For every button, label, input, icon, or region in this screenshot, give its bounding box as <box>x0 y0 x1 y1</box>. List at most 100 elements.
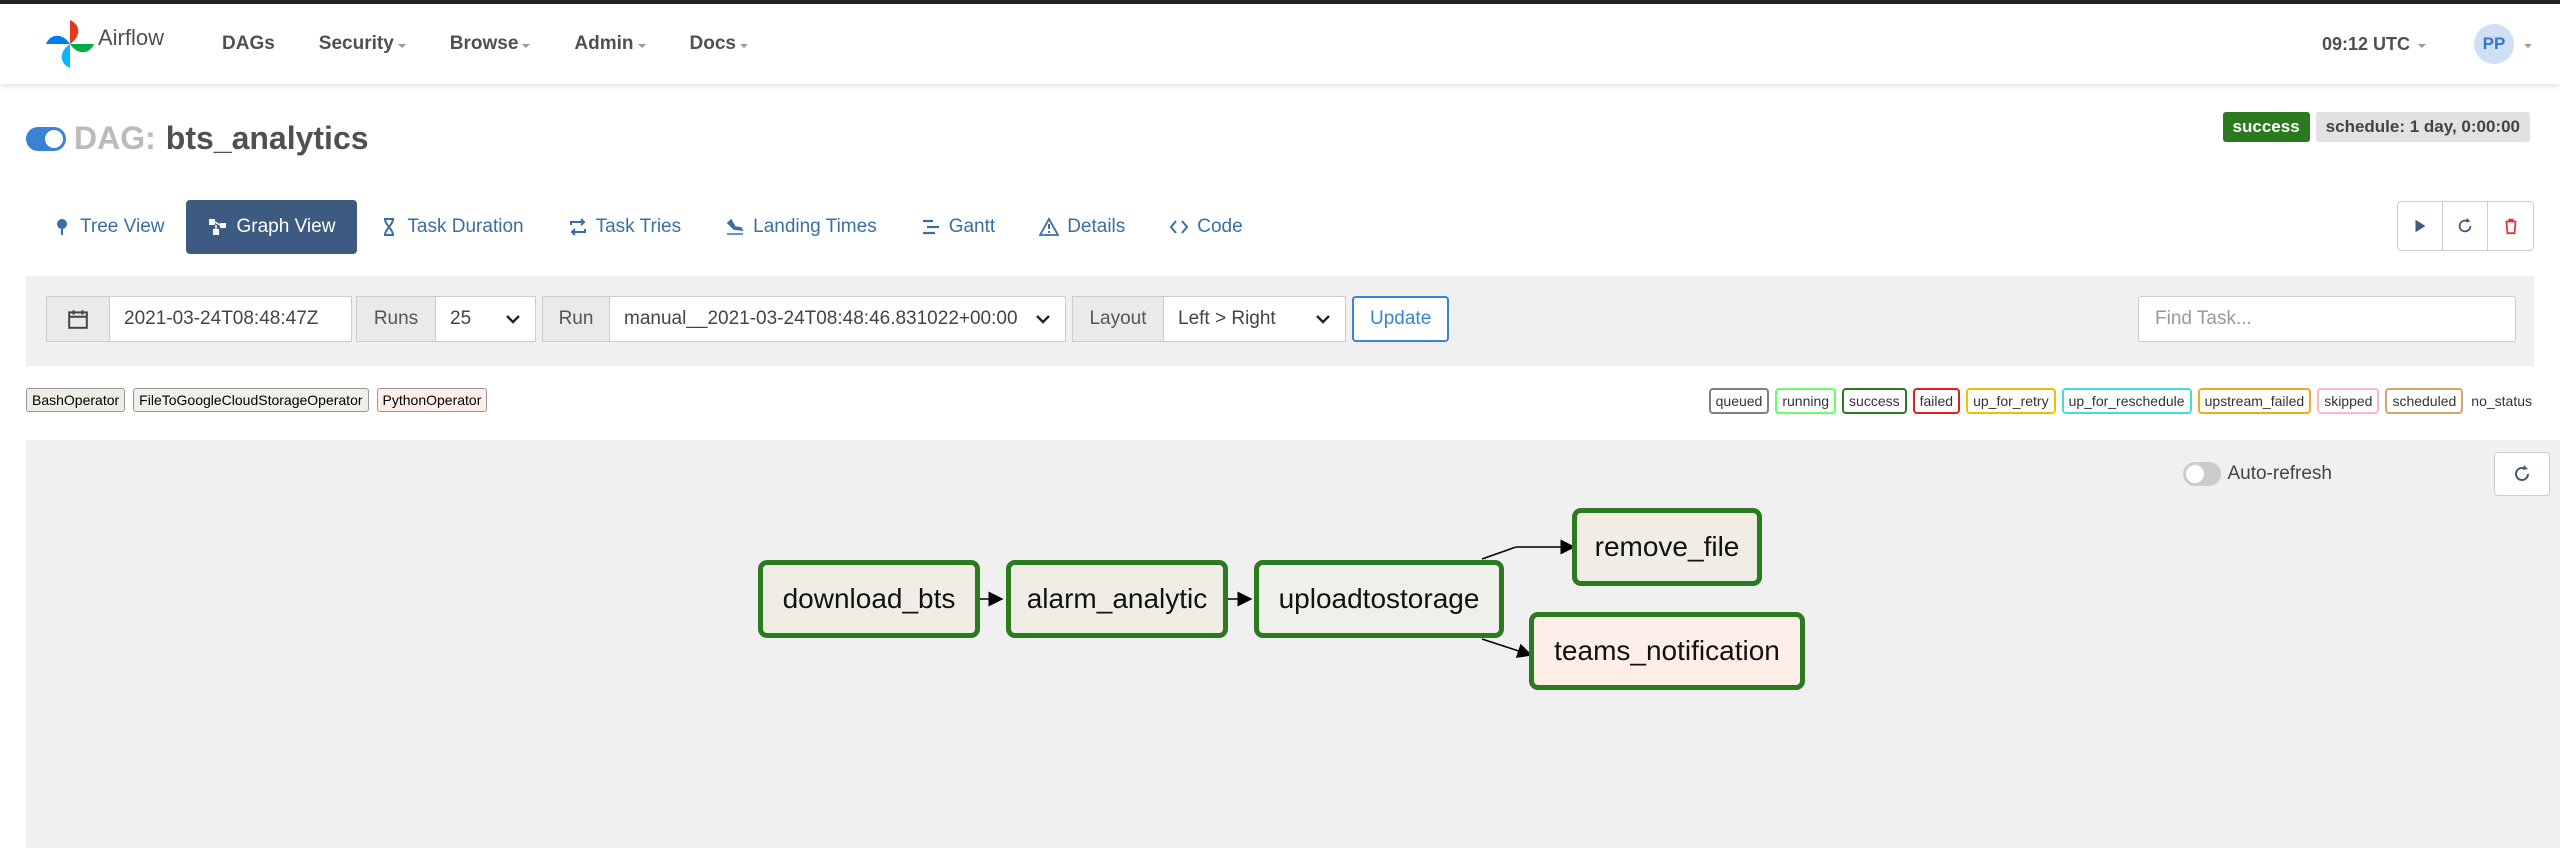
nav-security[interactable]: Security <box>319 33 406 55</box>
chevron-down-icon <box>2418 44 2426 48</box>
navbar: Airflow DAGs Security Browse Admin Docs … <box>0 4 2560 84</box>
nav-dags-label: DAGs <box>222 33 275 54</box>
run-value: manual__2021-03-24T08:48:46.831022+00:00 <box>624 308 1018 329</box>
tab-label: Code <box>1197 216 1243 237</box>
dag-status-badge: success <box>2222 112 2310 142</box>
tab-task-tries[interactable]: Task Tries <box>546 200 704 254</box>
run-select[interactable]: manual__2021-03-24T08:48:46.831022+00:00 <box>610 296 1066 342</box>
chevron-down-icon <box>740 44 748 48</box>
runs-value: 25 <box>450 308 472 329</box>
nav-admin-label: Admin <box>574 33 634 54</box>
task-node-uploadtostorage[interactable]: uploadtostorage <box>1254 560 1504 638</box>
layout-group: Layout Left > Right <box>1072 296 1346 342</box>
task-node-teams-notification[interactable]: teams_notification <box>1529 612 1805 690</box>
calendar-icon <box>68 310 88 329</box>
chevron-down-icon[interactable] <box>2524 44 2532 48</box>
airflow-pinwheel-icon <box>46 20 94 68</box>
legend-success[interactable]: success <box>1842 388 1907 414</box>
retry-icon <box>569 218 586 236</box>
trash-icon <box>2505 218 2516 235</box>
state-legend: queued running success failed up_for_ret… <box>1703 388 2532 414</box>
tab-label: Details <box>1067 216 1126 237</box>
user-avatar[interactable]: PP <box>2474 24 2514 64</box>
nav-browse[interactable]: Browse <box>450 33 531 55</box>
legend-bash-operator: BashOperator <box>26 388 126 412</box>
operator-legend: BashOperator FileToGoogleCloudStorageOpe… <box>26 388 495 412</box>
chevron-down-icon <box>397 44 406 48</box>
graph-filter-bar: 2021-03-24T08:48:47Z Runs 25 Run manual_… <box>26 276 2534 366</box>
dag-name: bts_analytics <box>165 120 369 156</box>
timezone-clock[interactable]: 09:12 UTC <box>2322 34 2426 55</box>
tab-label: Landing Times <box>753 216 877 237</box>
view-tabs: Tree View Graph View Task Duration Task … <box>30 200 1265 254</box>
base-date-input[interactable]: 2021-03-24T08:48:47Z <box>110 296 352 342</box>
graph-icon <box>209 219 227 235</box>
edge-upload-remove <box>1481 539 1576 560</box>
dag-pause-toggle[interactable] <box>26 126 66 151</box>
legend-upstream-failed[interactable]: upstream_failed <box>2197 388 2312 414</box>
legend-no-status[interactable]: no_status <box>2471 393 2532 409</box>
refresh-icon <box>2458 217 2472 233</box>
tab-label: Graph View <box>236 216 336 237</box>
tab-details[interactable]: Details <box>1017 200 1147 254</box>
dag-badges: success schedule: 1 day, 0:00:00 <box>2222 112 2530 142</box>
update-button[interactable]: Update <box>1352 296 1450 342</box>
tree-icon <box>57 219 67 235</box>
brand-name: Airflow <box>98 25 165 50</box>
layout-label: Layout <box>1072 296 1164 342</box>
legend-up-for-retry[interactable]: up_for_retry <box>1966 388 2056 414</box>
nav-security-label: Security <box>318 33 394 54</box>
tab-gantt[interactable]: Gantt <box>899 200 1017 254</box>
chevron-down-icon <box>637 44 646 48</box>
run-label: Run <box>542 296 610 342</box>
layout-select[interactable]: Left > Right <box>1164 296 1346 342</box>
tab-label: Tree View <box>80 216 165 237</box>
dag-header: DAG: bts_analytics <box>26 120 369 157</box>
code-icon <box>1169 220 1189 234</box>
legend-gcs-operator: FileToGoogleCloudStorageOperator <box>133 388 369 412</box>
base-date-group: 2021-03-24T08:48:47Z <box>46 296 352 342</box>
run-group: Run manual__2021-03-24T08:48:46.831022+0… <box>542 296 1066 342</box>
chevron-down-icon <box>1036 315 1050 324</box>
hourglass-icon <box>384 218 395 236</box>
tab-landing-times[interactable]: Landing Times <box>703 200 899 254</box>
gantt-icon <box>922 219 939 235</box>
graph-edges <box>978 539 1576 658</box>
schedule-badge: schedule: 1 day, 0:00:00 <box>2315 112 2530 142</box>
legend-queued[interactable]: queued <box>1708 388 1770 414</box>
runs-select[interactable]: 25 <box>436 296 536 342</box>
legend-failed[interactable]: failed <box>1912 388 1961 414</box>
nav-admin[interactable]: Admin <box>574 33 646 55</box>
edge-upload-teams <box>1481 638 1533 658</box>
runs-group: Runs 25 <box>356 296 536 342</box>
dag-prefix: DAG: <box>74 120 156 156</box>
nav-dags[interactable]: DAGs <box>222 33 275 55</box>
legend-skipped[interactable]: skipped <box>2317 388 2380 414</box>
tab-tree-view[interactable]: Tree View <box>30 200 186 254</box>
legend-running[interactable]: running <box>1775 388 1837 414</box>
refresh-dag-button[interactable] <box>2443 202 2488 250</box>
nav-browse-label: Browse <box>449 33 519 54</box>
tab-task-duration[interactable]: Task Duration <box>357 200 545 254</box>
task-node-download-bts[interactable]: download_bts <box>758 560 980 638</box>
task-node-alarm-analytic[interactable]: alarm_analytic <box>1006 560 1228 638</box>
legend-python-operator: PythonOperator <box>376 388 488 412</box>
runs-label: Runs <box>356 296 436 342</box>
calendar-button[interactable] <box>46 296 110 342</box>
delete-dag-button[interactable] <box>2488 202 2533 250</box>
legend-up-for-reschedule[interactable]: up_for_reschedule <box>2061 388 2192 414</box>
play-icon <box>2415 219 2426 233</box>
nav-docs[interactable]: Docs <box>690 33 748 55</box>
layout-value: Left > Right <box>1178 308 1276 329</box>
update-group: Update <box>1352 296 1450 342</box>
dag-action-buttons <box>2397 201 2534 251</box>
tab-graph-view[interactable]: Graph View <box>186 200 358 254</box>
legend-scheduled[interactable]: scheduled <box>2385 388 2464 414</box>
tab-code[interactable]: Code <box>1147 200 1264 254</box>
airflow-logo[interactable]: Airflow <box>44 16 164 72</box>
find-task-input[interactable]: Find Task... <box>2138 296 2516 342</box>
dag-graph-canvas[interactable]: Auto-refresh download_bts alarm_analytic… <box>26 440 2560 848</box>
trigger-dag-button[interactable] <box>2398 202 2443 250</box>
landing-icon <box>726 218 744 235</box>
task-node-remove-file[interactable]: remove_file <box>1572 508 1762 586</box>
